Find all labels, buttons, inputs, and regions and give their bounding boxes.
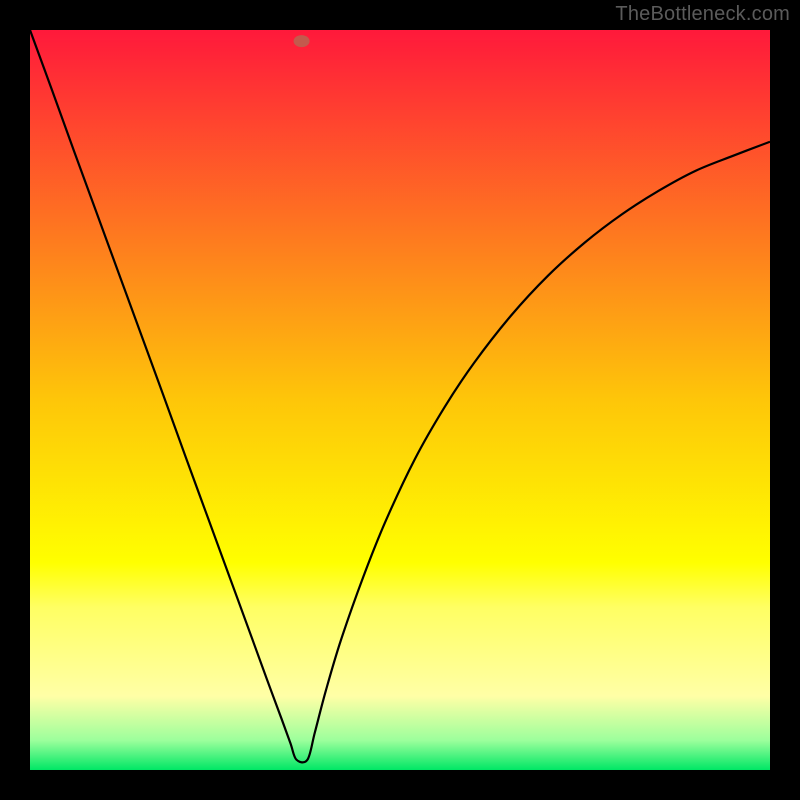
- plot-area: [30, 30, 770, 770]
- watermark-text: TheBottleneck.com: [615, 3, 790, 26]
- optimum-marker: [294, 35, 310, 47]
- gradient-background: [30, 30, 770, 770]
- plot-svg: [30, 30, 770, 770]
- chart-frame: TheBottleneck.com: [0, 0, 800, 800]
